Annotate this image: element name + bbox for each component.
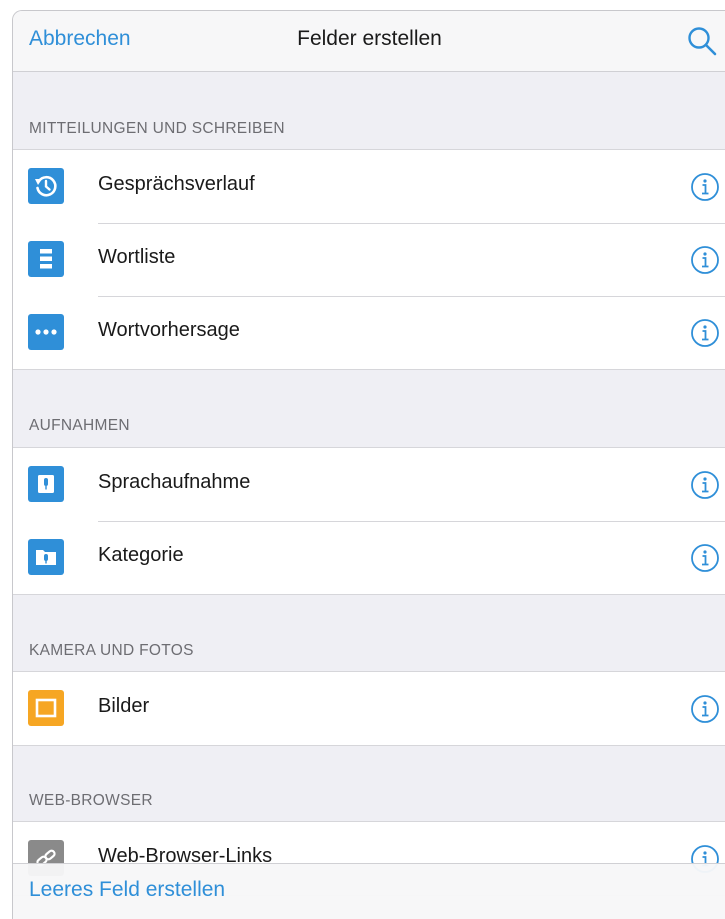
info-icon[interactable] — [690, 172, 720, 202]
navigation-bar: Abbrechen Felder erstellen — [13, 11, 725, 72]
list-item-label: Wortliste — [98, 246, 176, 268]
list-item-word-prediction[interactable]: Wortvorhersage — [13, 296, 725, 369]
section-header-camera: KAMERA UND FOTOS — [29, 642, 194, 659]
group-messages: Gesprächsverlauf Wortliste Wortvorhersag… — [13, 149, 725, 370]
list-item-conversation-history[interactable]: Gesprächsverlauf — [13, 150, 725, 223]
section-header-recordings: AUFNAHMEN — [29, 417, 130, 434]
info-icon[interactable] — [690, 470, 720, 500]
group-recordings: Sprachaufnahme Kategorie — [13, 447, 725, 595]
info-icon[interactable] — [690, 318, 720, 348]
create-empty-field-button[interactable]: Leeres Feld erstellen — [29, 878, 225, 902]
section-header-web-browser: WEB-BROWSER — [29, 792, 153, 809]
search-icon[interactable] — [685, 25, 719, 57]
ellipsis-icon — [28, 314, 64, 350]
info-icon[interactable] — [690, 694, 720, 724]
create-fields-sheet: Abbrechen Felder erstellen MITTEILUNGEN … — [12, 10, 725, 919]
info-icon[interactable] — [690, 245, 720, 275]
list-item-label: Bilder — [98, 695, 150, 717]
list-item-label: Kategorie — [98, 544, 184, 566]
list-item-label: Wortvorhersage — [98, 319, 240, 341]
section-header-messages: MITTEILUNGEN UND SCHREIBEN — [29, 120, 285, 137]
page-title: Felder erstellen — [297, 27, 442, 50]
list-item-voice-recording[interactable]: Sprachaufnahme — [13, 448, 725, 521]
list-item-label: Gesprächsverlauf — [98, 173, 255, 195]
list-item-label: Sprachaufnahme — [98, 471, 251, 493]
list-item-category[interactable]: Kategorie — [13, 521, 725, 594]
word-list-icon — [28, 241, 64, 277]
voice-recording-icon — [28, 466, 64, 502]
list-item-pictures[interactable]: Bilder — [13, 672, 725, 745]
group-camera: Bilder — [13, 671, 725, 746]
info-icon[interactable] — [690, 543, 720, 573]
list-item-word-list[interactable]: Wortliste — [13, 223, 725, 296]
history-icon — [28, 168, 64, 204]
bottom-toolbar: Leeres Feld erstellen — [13, 863, 725, 919]
folder-microphone-icon — [28, 539, 64, 575]
picture-icon — [28, 690, 64, 726]
